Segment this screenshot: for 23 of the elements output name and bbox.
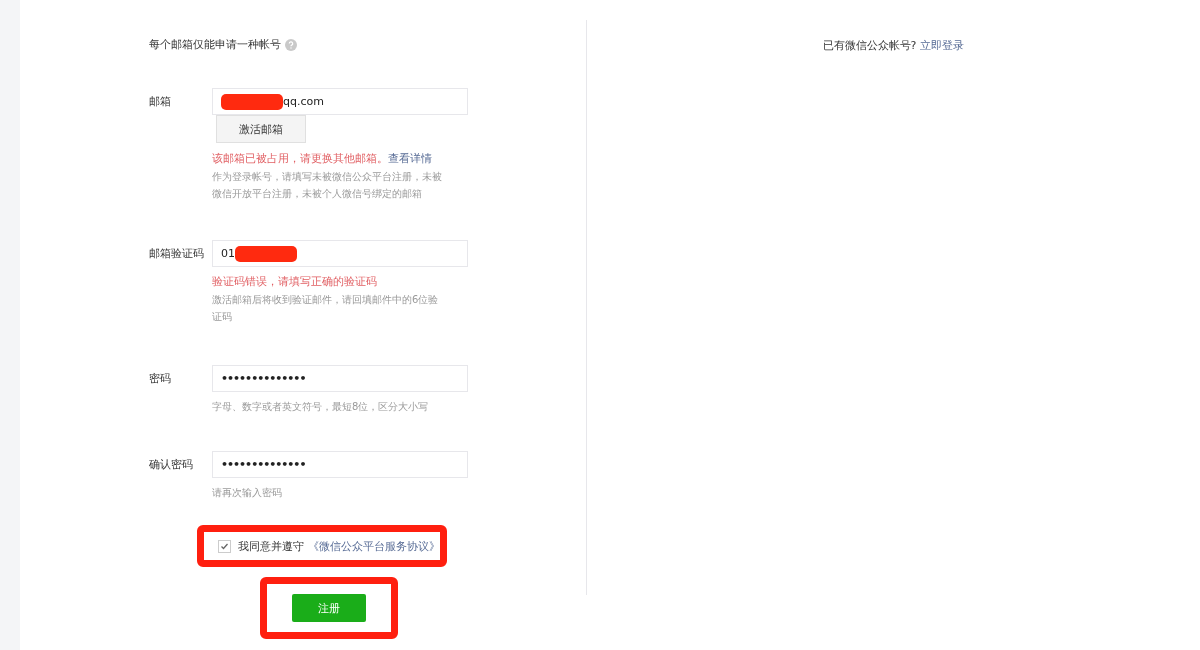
details-link[interactable]: 查看详情 bbox=[388, 152, 432, 165]
login-prompt: 已有微信公众帐号? bbox=[822, 38, 917, 54]
field-hint: 激活邮箱后将收到验证邮件，请回填邮件中的6位验证码 bbox=[212, 293, 440, 324]
error-message: 验证码错误，请填写正确的验证码 bbox=[212, 275, 378, 289]
notice-text: 每个邮箱仅能申请一种帐号 bbox=[149, 37, 281, 52]
input-field[interactable]: 01 bbox=[212, 240, 468, 267]
password-field[interactable]: •••••••••••••• bbox=[212, 451, 468, 478]
terms-link[interactable]: 《微信公众平台服务协议》 bbox=[308, 538, 440, 554]
field-label: 确认密码 bbox=[149, 457, 194, 473]
field-label: 密码 bbox=[149, 371, 172, 387]
field-hint: 字母、数字或者英文符号，最短8位，区分大小写 bbox=[212, 400, 430, 414]
input-field[interactable]: qq.com bbox=[212, 88, 468, 115]
check-icon bbox=[220, 541, 229, 551]
agree-checkbox[interactable] bbox=[218, 539, 231, 553]
agree-text: 我同意并遵守 bbox=[238, 538, 304, 554]
password-field[interactable]: •••••••••••••• bbox=[212, 365, 468, 392]
login-link[interactable]: 立即登录 bbox=[920, 38, 965, 650]
field-hint: 作为登录帐号，请填写未被微信公众平台注册，未被微信开放平台注册，未被个人微信号绑定的邮箱 bbox=[212, 170, 443, 201]
error-message: 该邮箱已被占用，请更换其他邮箱。查看详情 bbox=[212, 151, 433, 166]
field-label: 邮箱 bbox=[149, 94, 172, 110]
field-label: 邮箱验证码 bbox=[149, 246, 205, 262]
activate-button[interactable]: 激活邮箱 bbox=[216, 115, 306, 143]
field-hint: 请再次输入密码 bbox=[212, 486, 283, 500]
